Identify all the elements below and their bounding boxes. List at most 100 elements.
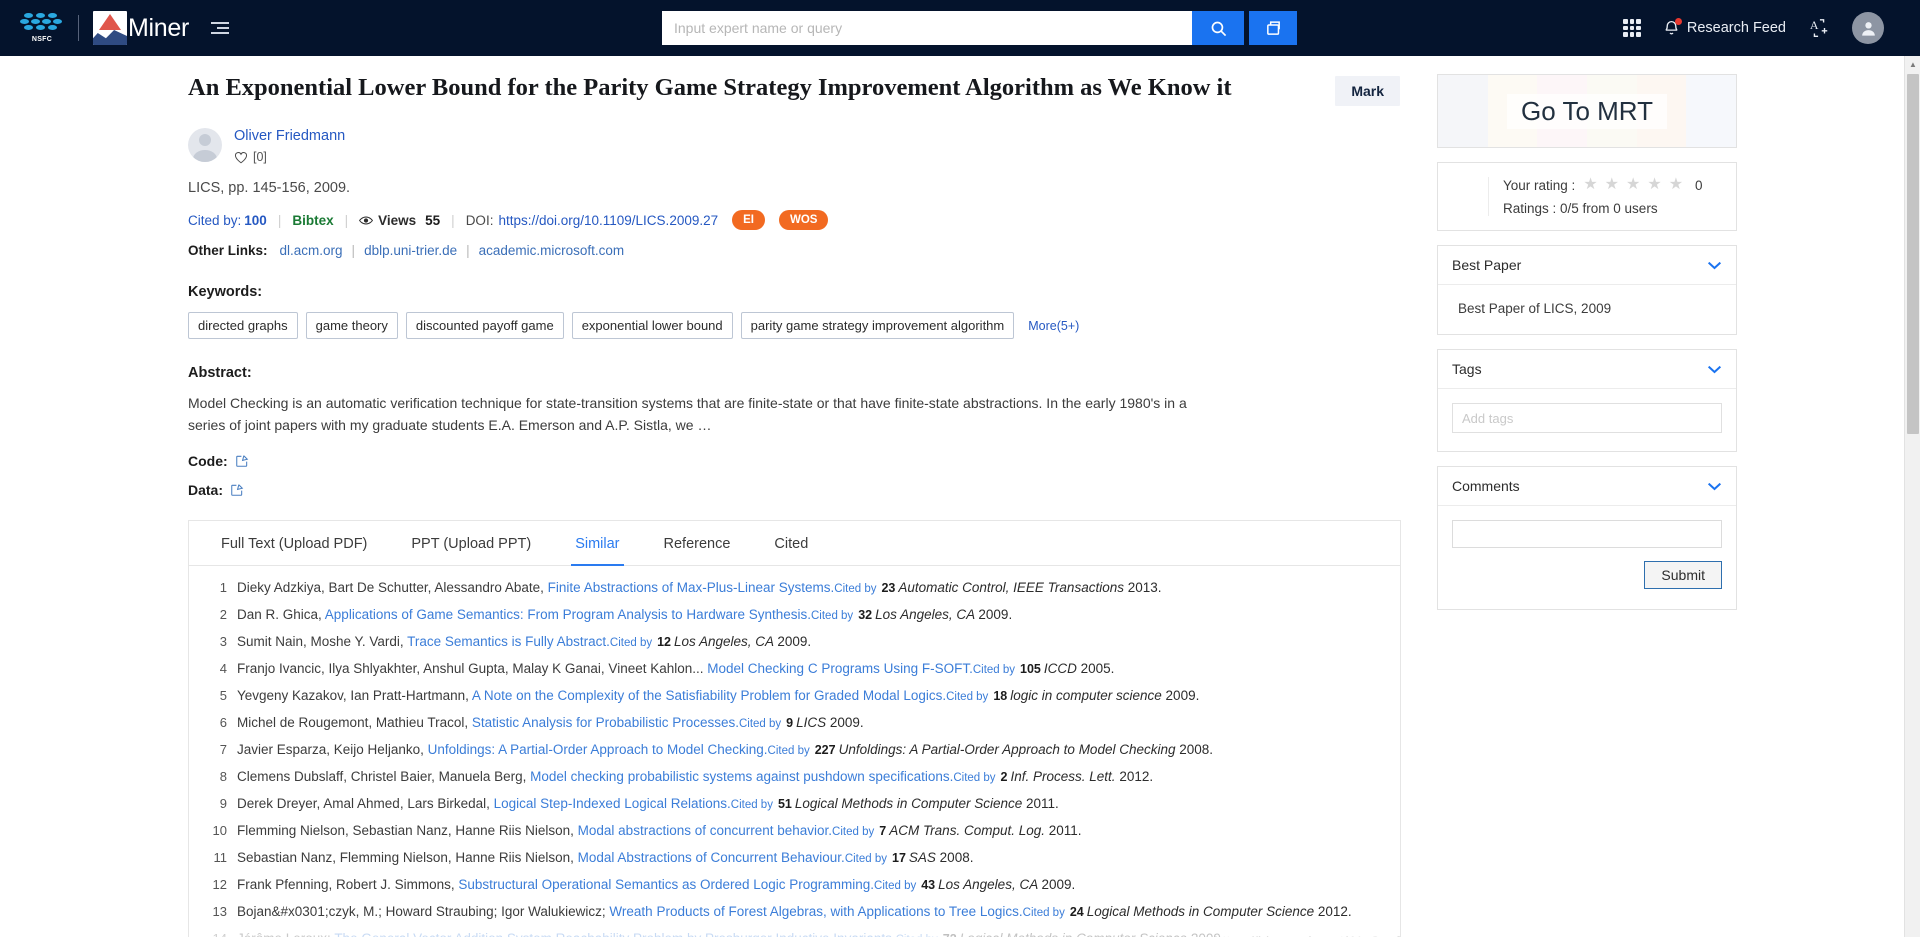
list-item-title[interactable]: Logical Step-Indexed Logical Relations. (494, 796, 731, 811)
keyword-chip[interactable]: discounted payoff game (405, 312, 564, 339)
list-item[interactable]: 10 Flemming Nielson, Sebastian Nanz, Hann… (189, 823, 1400, 850)
keyword-chip[interactable]: exponential lower bound (571, 312, 733, 339)
star-icon[interactable]: ★ (1626, 177, 1640, 193)
list-item[interactable]: 12 Frank Pfenning, Robert J. Simmons, Sub… (189, 877, 1400, 904)
keywords-more-link[interactable]: More(5+) (1028, 319, 1079, 333)
list-item[interactable]: 1 Dieky Adzkiya, Bart De Schutter, Alessa… (189, 580, 1400, 607)
list-item-cited-by-label[interactable]: Cited by (973, 664, 1015, 676)
tab-cited[interactable]: Cited (752, 521, 830, 565)
list-item-cited-by-label[interactable]: Cited by (811, 610, 853, 622)
list-item[interactable]: 3 Sumit Nain, Moshe Y. Vardi, Trace Seman… (189, 634, 1400, 661)
list-item[interactable]: 4 Franjo Ivancic, Ilya Shlyakhter, Anshul… (189, 661, 1400, 688)
list-item-cited-by-label[interactable]: Cited by (832, 826, 874, 838)
list-item-title[interactable]: Wreath Products of Forest Algebras, with… (609, 904, 1022, 919)
list-item[interactable]: 2 Dan R. Ghica, Applications of Game Sema… (189, 607, 1400, 634)
submit-button[interactable]: Submit (1644, 561, 1722, 589)
list-item-cited-by-label[interactable]: Cited by (874, 880, 916, 892)
other-link-acm[interactable]: dl.acm.org (280, 243, 343, 258)
heart-icon[interactable] (234, 151, 248, 164)
nsfc-label: NSFC (31, 36, 53, 43)
list-item-title[interactable]: Modal abstractions of concurrent behavio… (578, 823, 832, 838)
list-item-authors: Bojan&#x0301;czyk, M.; Howard Straubing;… (237, 904, 610, 920)
list-item-cited-by-label[interactable]: Cited by (845, 853, 887, 865)
star-rating[interactable]: ★ ★ ★ ★ ★ (1583, 177, 1683, 193)
add-tags-input[interactable] (1452, 403, 1722, 433)
list-item-cited-by-label[interactable]: Cited by (731, 799, 773, 811)
image-search-button[interactable] (1249, 11, 1297, 45)
star-icon[interactable]: ★ (1669, 177, 1683, 193)
user-avatar-icon[interactable] (1852, 12, 1884, 44)
list-item-title[interactable]: Model checking probabilistic systems aga… (530, 769, 953, 784)
translate-icon[interactable]: A (1808, 17, 1830, 39)
list-item[interactable]: 6 Michel de Rougemont, Mathieu Tracol, St… (189, 715, 1400, 742)
list-item[interactable]: 14 Jérôme Leroux; The General Vector Addi… (189, 931, 1400, 937)
list-item-cited-by-label[interactable]: Cited by (946, 691, 988, 703)
aminer-logo[interactable]: Miner (93, 11, 189, 45)
best-paper-header[interactable]: Best Paper (1438, 246, 1736, 285)
collapse-sidebar-icon[interactable] (211, 17, 233, 39)
brand-divider (78, 15, 79, 41)
chevron-down-icon[interactable] (1707, 365, 1722, 374)
list-item-title[interactable]: The General Vector Addition System Reach… (334, 931, 895, 937)
list-item-cited-by-label[interactable]: Cited by (739, 718, 781, 730)
list-item[interactable]: 9 Derek Dreyer, Amal Ahmed, Lars Birkedal… (189, 796, 1400, 823)
chevron-down-icon[interactable] (1707, 482, 1722, 491)
list-item[interactable]: 5 Yevgeny Kazakov, Ian Pratt-Hartmann, A … (189, 688, 1400, 715)
list-item-title[interactable]: Applications of Game Semantics: From Pro… (325, 607, 811, 622)
chevron-down-icon[interactable] (1707, 261, 1722, 270)
list-item[interactable]: 13 Bojan&#x0301;czyk, M.; Howard Straubin… (189, 904, 1400, 931)
star-icon[interactable]: ★ (1605, 177, 1619, 193)
list-item-cited-by-label[interactable]: Cited by (610, 637, 652, 649)
keyword-chip[interactable]: game theory (305, 312, 398, 339)
list-item[interactable]: 8 Clemens Dubslaff, Christel Baier, Manue… (189, 769, 1400, 796)
list-item-title[interactable]: Statistic Analysis for Probabilistic Pro… (472, 715, 739, 730)
go-to-mrt-banner[interactable]: Go To MRT (1437, 74, 1737, 148)
list-item-cited-by-label[interactable]: Cited by (834, 583, 876, 595)
nsfc-logo[interactable]: NSFC (18, 11, 66, 45)
research-feed-button[interactable]: Research Feed (1663, 17, 1786, 38)
edit-square-icon[interactable] (235, 454, 249, 468)
list-item-title[interactable]: A Note on the Complexity of the Satisfia… (472, 688, 946, 703)
list-item-cited-by-label[interactable]: Cited by (953, 772, 995, 784)
comments-header[interactable]: Comments (1438, 467, 1736, 506)
search-button[interactable] (1192, 11, 1244, 45)
list-item-cited-by-label[interactable]: Cited by (1023, 907, 1065, 919)
tab-full-text[interactable]: Full Text (Upload PDF) (199, 521, 389, 565)
bibtex-link[interactable]: Bibtex (292, 213, 333, 228)
keyword-chip[interactable]: directed graphs (188, 312, 298, 339)
list-item-title[interactable]: Unfoldings: A Partial-Order Approach to … (428, 742, 768, 757)
other-link-msacademic[interactable]: academic.microsoft.com (479, 243, 625, 258)
list-item[interactable]: 11 Sebastian Nanz, Flemming Nielson, Hann… (189, 850, 1400, 877)
list-item-title[interactable]: Substructural Operational Semantics as O… (458, 877, 874, 892)
mark-button[interactable]: Mark (1335, 76, 1400, 106)
scrollbar-thumb[interactable] (1907, 74, 1919, 434)
other-link-dblp[interactable]: dblp.uni-trier.de (364, 243, 457, 258)
list-item-year: 2009. (829, 715, 864, 731)
keyword-chip[interactable]: parity game strategy improvement algorit… (740, 312, 1015, 339)
comment-input[interactable] (1452, 520, 1722, 548)
list-item-title[interactable]: Model Checking C Programs Using F-SOFT. (707, 661, 973, 676)
brand-logos[interactable]: NSFC Miner (18, 11, 189, 45)
page-scrollbar[interactable]: ▲ ▼ (1904, 56, 1920, 937)
author-link[interactable]: Oliver Friedmann (234, 128, 345, 144)
tab-reference[interactable]: Reference (642, 521, 753, 565)
cited-by-label[interactable]: Cited by: (188, 213, 241, 228)
top-navigation-bar: NSFC Miner Input expert name or query Re… (0, 0, 1920, 56)
search-input[interactable] (662, 11, 1192, 45)
apps-grid-icon[interactable] (1622, 19, 1641, 37)
edit-square-icon[interactable] (230, 483, 244, 497)
scroll-up-icon[interactable]: ▲ (1905, 56, 1920, 72)
cited-by-count[interactable]: 100 (244, 213, 267, 228)
star-icon[interactable]: ★ (1583, 177, 1597, 193)
tags-header[interactable]: Tags (1438, 350, 1736, 389)
list-item-body: Yevgeny Kazakov, Ian Pratt-Hartmann, A N… (237, 688, 1199, 703)
tab-similar[interactable]: Similar (553, 521, 641, 567)
list-item-title[interactable]: Finite Abstractions of Max-Plus-Linear S… (548, 580, 835, 595)
list-item[interactable]: 7 Javier Esparza, Keijo Heljanko, Unfoldi… (189, 742, 1400, 769)
list-item-title[interactable]: Modal Abstractions of Concurrent Behavio… (578, 850, 845, 865)
tab-ppt[interactable]: PPT (Upload PPT) (389, 521, 553, 565)
list-item-cited-by-label[interactable]: Cited by (768, 745, 810, 757)
doi-link[interactable]: https://doi.org/10.1109/LICS.2009.27 (498, 213, 718, 228)
star-icon[interactable]: ★ (1647, 177, 1661, 193)
list-item-title[interactable]: Trace Semantics is Fully Abstract. (407, 634, 610, 649)
